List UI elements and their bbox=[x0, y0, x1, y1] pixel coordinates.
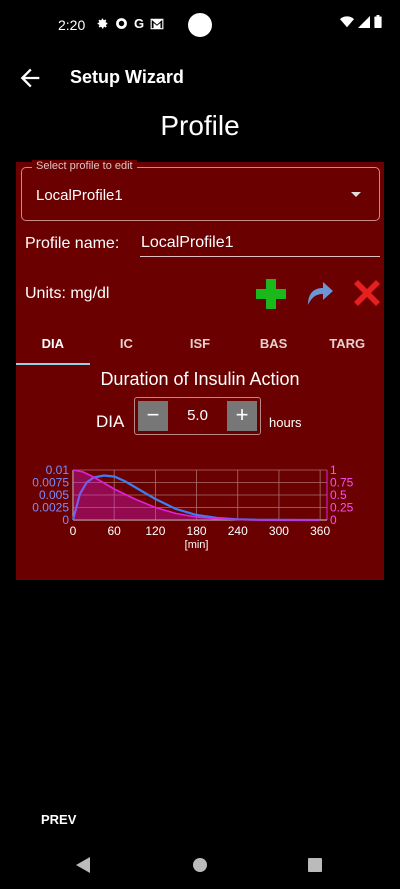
clone-redo-icon[interactable] bbox=[303, 277, 335, 309]
nav-recents-icon[interactable] bbox=[308, 858, 322, 872]
battery-icon bbox=[374, 15, 382, 28]
prev-button[interactable]: PREV bbox=[41, 812, 76, 827]
profile-tabs: DIA IC ISF BAS TARG bbox=[16, 327, 384, 365]
x-tick-label: 360 bbox=[310, 524, 330, 538]
signal-icon bbox=[358, 15, 370, 28]
camera-cutout bbox=[188, 13, 212, 37]
dia-unit-label: hours bbox=[269, 415, 302, 430]
profile-select-value: LocalProfile1 bbox=[36, 187, 123, 204]
page-title: Profile bbox=[160, 110, 240, 141]
dropdown-caret-icon bbox=[351, 192, 361, 197]
x-tick-label: 120 bbox=[145, 524, 165, 538]
nav-home-icon[interactable] bbox=[193, 858, 207, 872]
profile-select-label: Select profile to edit bbox=[32, 160, 137, 172]
x-tick-label: 300 bbox=[269, 524, 289, 538]
status-system-icons bbox=[340, 15, 382, 28]
dia-increment-button[interactable]: + bbox=[227, 401, 257, 431]
gear-icon bbox=[97, 18, 108, 29]
tab-dia[interactable]: DIA bbox=[16, 327, 90, 365]
dia-label: DIA bbox=[96, 412, 125, 431]
x-tick-label: 0 bbox=[70, 524, 77, 538]
y-left-tick-label: 0 bbox=[62, 513, 69, 527]
dia-stepper: − 5.0 + bbox=[134, 397, 261, 435]
units-label: Units: mg/dl bbox=[25, 285, 110, 302]
status-time: 2:20 bbox=[58, 17, 86, 33]
profile-name-value: LocalProfile1 bbox=[141, 234, 234, 251]
tab-ic[interactable]: IC bbox=[90, 327, 164, 365]
nav-back-icon[interactable] bbox=[76, 857, 90, 873]
dia-decrement-button[interactable]: − bbox=[138, 401, 168, 431]
vpn-icon bbox=[116, 18, 127, 29]
y-right-tick-label: 0 bbox=[330, 513, 337, 527]
status-bar: 2:20 G bbox=[0, 0, 400, 50]
google-icon: G bbox=[134, 16, 145, 31]
insulin-activity-chart: 0 60 120 180 240 300 3600.010.00750.0050.00250… bbox=[32, 463, 353, 551]
profile-select[interactable]: Select profile to edit LocalProfile1 bbox=[21, 160, 380, 221]
tab-bas[interactable]: BAS bbox=[237, 327, 311, 365]
profile-panel: Select profile to edit LocalProfile1 Pro… bbox=[16, 160, 384, 580]
profile-name-input[interactable]: LocalProfile1 bbox=[140, 232, 380, 257]
gmail-icon bbox=[150, 18, 164, 29]
app-bar: Setup Wizard bbox=[0, 50, 400, 106]
x-tick-label: 240 bbox=[228, 524, 248, 538]
back-arrow-icon[interactable] bbox=[16, 64, 44, 92]
status-notification-icons: G bbox=[96, 16, 164, 31]
system-nav-bar bbox=[76, 857, 322, 873]
dia-section-title: Duration of Insulin Action bbox=[100, 369, 300, 389]
tab-targ[interactable]: TARG bbox=[310, 327, 384, 365]
x-tick-label: 60 bbox=[108, 524, 122, 538]
dia-value[interactable]: 5.0 bbox=[169, 407, 226, 424]
x-axis-label: [min] bbox=[185, 539, 209, 551]
tab-isf[interactable]: ISF bbox=[163, 327, 237, 365]
delete-profile-x-icon[interactable] bbox=[351, 277, 383, 309]
x-tick-label: 180 bbox=[187, 524, 207, 538]
add-profile-plus-icon[interactable] bbox=[254, 277, 288, 311]
app-bar-title: Setup Wizard bbox=[70, 67, 184, 87]
wifi-icon bbox=[340, 15, 354, 27]
profile-name-label: Profile name: bbox=[25, 235, 120, 252]
